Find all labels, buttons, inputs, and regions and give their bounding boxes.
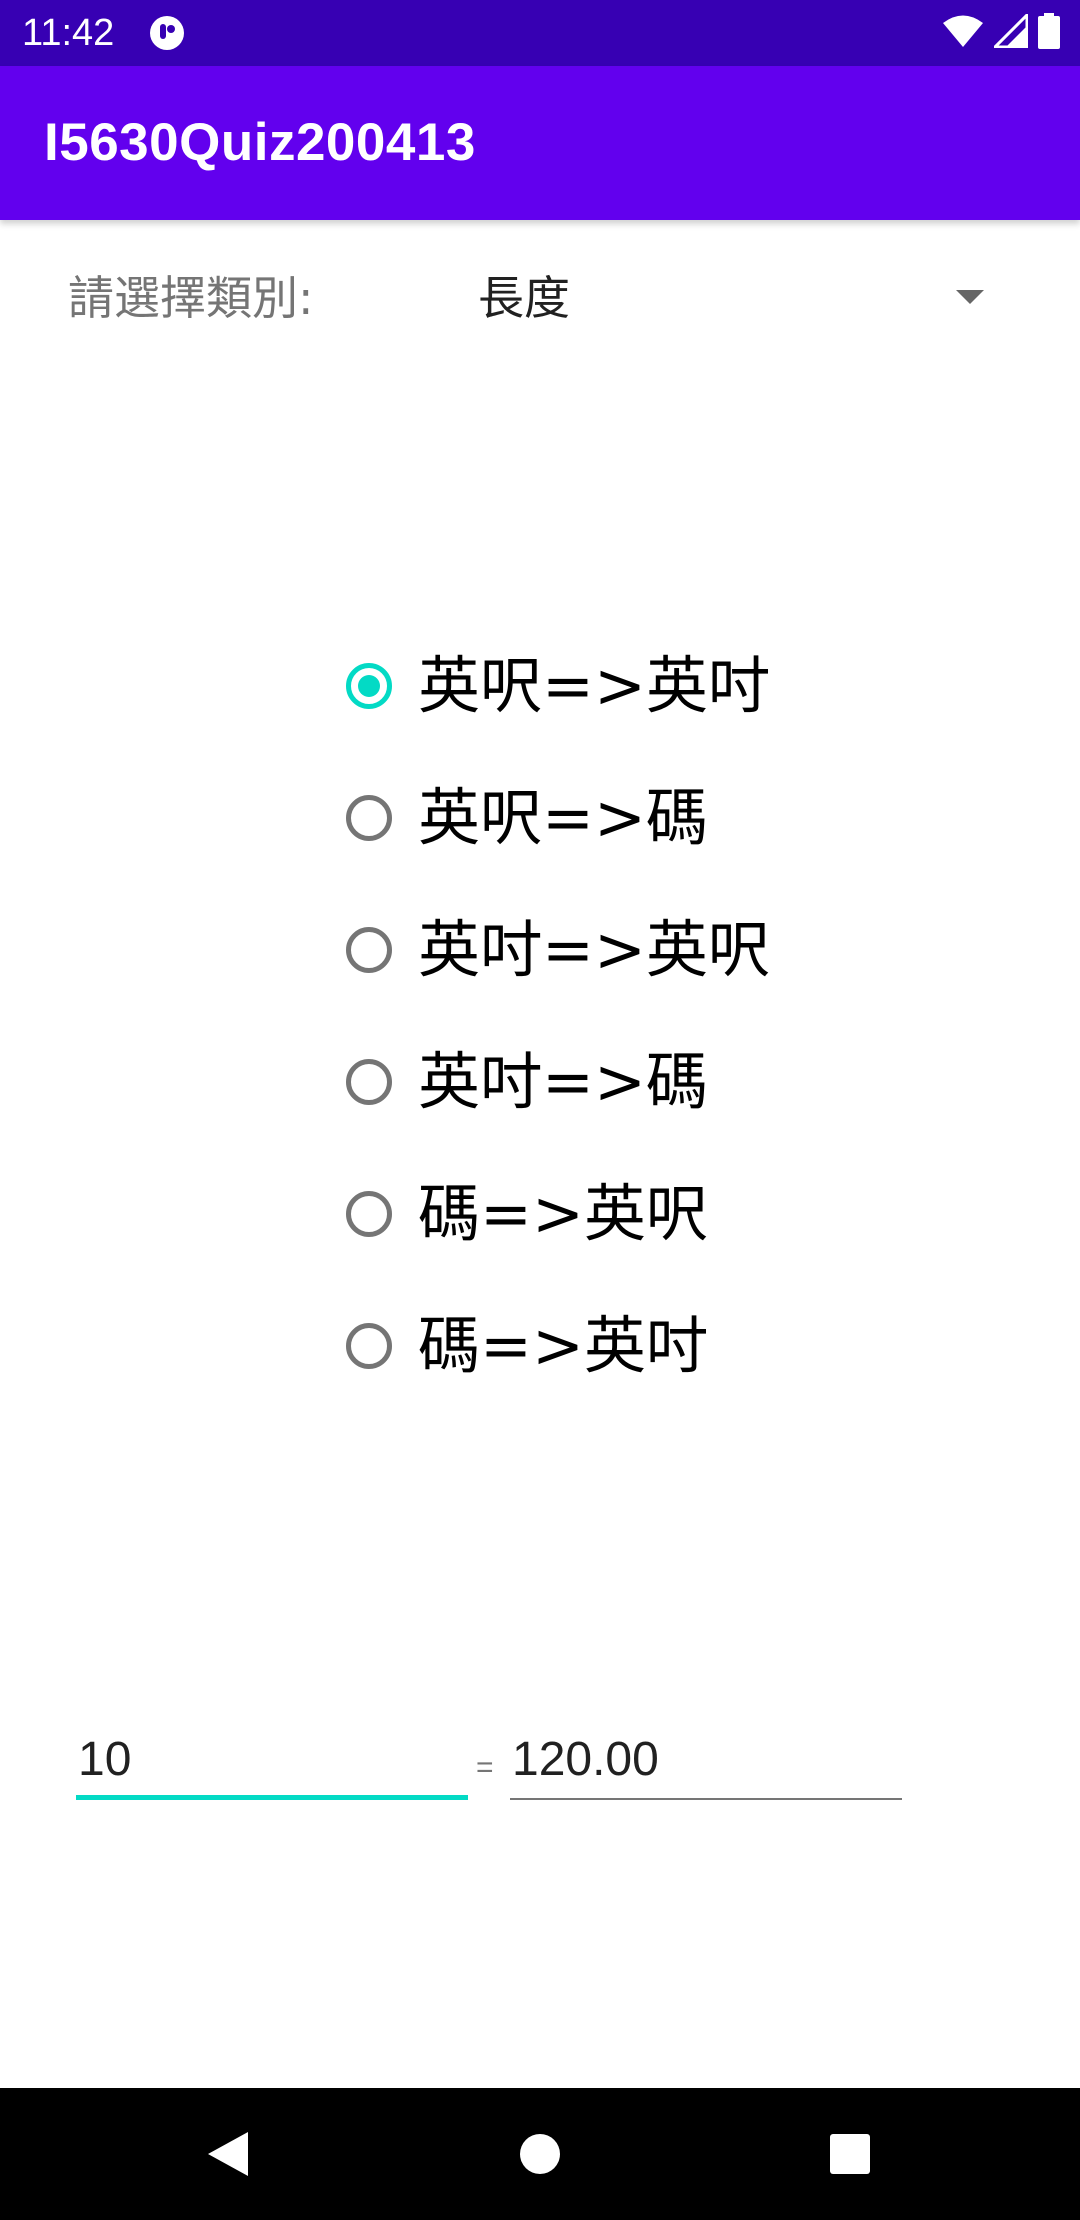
radio-option-yards-to-feet[interactable]: 碼=>英呎 bbox=[340, 1148, 900, 1280]
radio-option-feet-to-inches[interactable]: 英呎=>英吋 bbox=[340, 620, 900, 752]
radio-option-label: 英呎=>碼 bbox=[418, 781, 708, 854]
input-value-text: 10 bbox=[78, 1733, 132, 1786]
input-underline-focused bbox=[76, 1795, 468, 1800]
navigation-bar bbox=[0, 2088, 1080, 2220]
dropdown-arrow-icon bbox=[956, 290, 984, 304]
back-icon[interactable] bbox=[200, 2124, 260, 2184]
input-value-field[interactable]: 10 bbox=[76, 1720, 468, 1800]
status-time: 11:42 bbox=[22, 12, 115, 54]
app-notification-icon bbox=[148, 14, 186, 52]
status-bar: 11:42 bbox=[0, 0, 1080, 66]
category-spinner[interactable]: 長度 bbox=[470, 256, 1010, 340]
cellular-signal-icon bbox=[991, 11, 1029, 52]
radio-button-checked[interactable] bbox=[346, 663, 392, 709]
radio-button[interactable] bbox=[346, 795, 392, 841]
app-title: I5630Quiz200413 bbox=[44, 113, 476, 172]
radio-option-yards-to-inches[interactable]: 碼=>英吋 bbox=[340, 1280, 900, 1412]
app-bar: I5630Quiz200413 bbox=[0, 66, 1080, 220]
radio-button[interactable] bbox=[346, 1191, 392, 1237]
radio-option-label: 英吋=>碼 bbox=[418, 1045, 708, 1118]
wifi-icon bbox=[942, 14, 984, 52]
radio-option-label: 英呎=>英吋 bbox=[418, 649, 770, 722]
radio-option-inches-to-feet[interactable]: 英吋=>英呎 bbox=[340, 884, 900, 1016]
result-underline bbox=[510, 1798, 902, 1800]
category-selected-value: 長度 bbox=[478, 271, 570, 325]
radio-option-label: 英吋=>英呎 bbox=[418, 913, 770, 986]
radio-option-label: 碼=>英吋 bbox=[418, 1309, 708, 1382]
home-icon[interactable] bbox=[510, 2124, 570, 2184]
radio-option-inches-to-yards[interactable]: 英吋=>碼 bbox=[340, 1016, 900, 1148]
status-icons bbox=[942, 11, 1060, 53]
conversion-radio-group: 英呎=>英吋 英呎=>碼 英吋=>英呎 英吋=>碼 碼=>英呎 碼=>英吋 bbox=[340, 620, 900, 1412]
radio-button[interactable] bbox=[346, 927, 392, 973]
radio-button[interactable] bbox=[346, 1059, 392, 1105]
radio-option-feet-to-yards[interactable]: 英呎=>碼 bbox=[340, 752, 900, 884]
result-value-field[interactable]: 120.00 bbox=[510, 1720, 902, 1800]
radio-button[interactable] bbox=[346, 1323, 392, 1369]
category-label: 請選擇類別: bbox=[68, 271, 314, 325]
recents-icon[interactable] bbox=[820, 2124, 880, 2184]
equals-sign: = bbox=[476, 1751, 494, 1784]
radio-option-label: 碼=>英呎 bbox=[418, 1177, 708, 1250]
battery-icon bbox=[1038, 13, 1060, 53]
result-value-text: 120.00 bbox=[512, 1733, 659, 1786]
app-screen: 11:42 I5630Quiz200413 請選擇類別: 長度 英呎=>英吋 英… bbox=[0, 0, 1080, 2220]
